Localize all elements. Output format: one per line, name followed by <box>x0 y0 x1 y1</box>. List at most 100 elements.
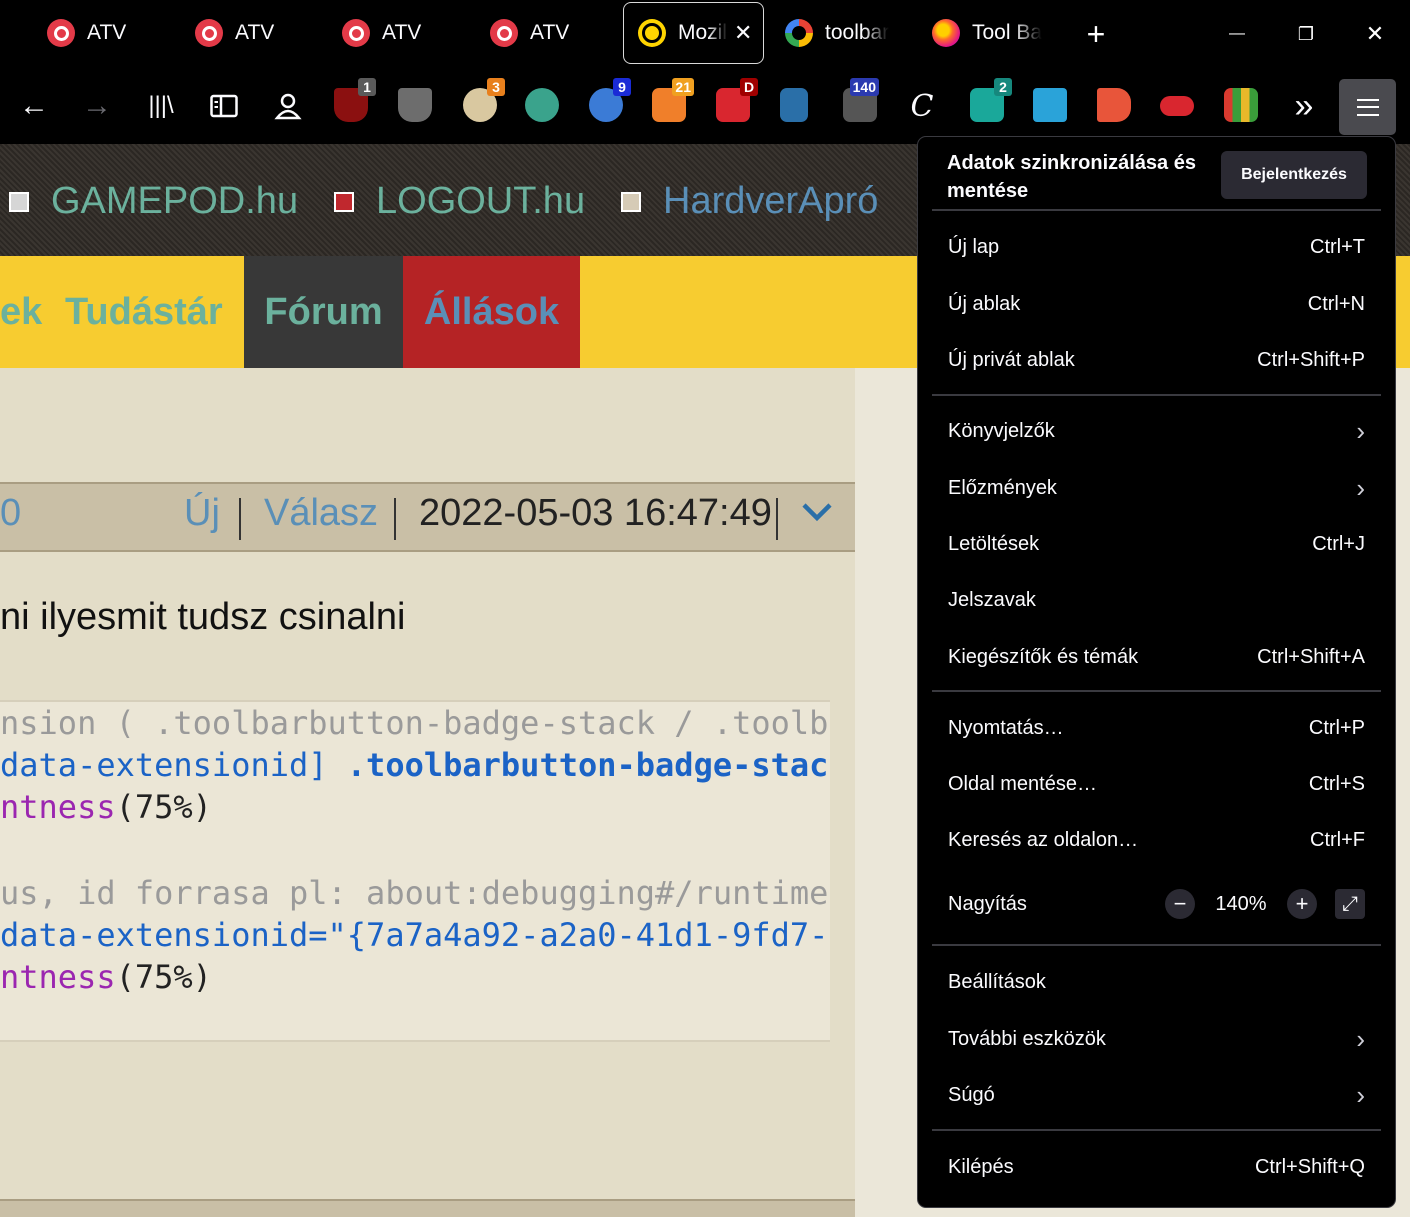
tab-toolbar[interactable]: Tool Ba <box>932 2 1047 64</box>
google-icon <box>785 19 813 47</box>
menu-item-new-window[interactable]: Új ablak Ctrl+N <box>932 282 1381 326</box>
tab-atv-1[interactable]: ATV <box>47 2 157 64</box>
menu-item-bookmarks[interactable]: Könyvjelzők › <box>932 409 1381 453</box>
tab-close-icon[interactable]: ✕ <box>734 20 752 46</box>
tab-label: ATV <box>530 21 570 44</box>
tab-strip: ATV ATV ATV ATV Mozil ✕ toolbar Tool Ba … <box>0 0 1410 68</box>
blue-extension-icon[interactable]: 9 <box>589 78 631 122</box>
stylus-extension-icon[interactable]: 2 <box>970 78 1012 122</box>
refresh-extension-icon[interactable] <box>525 88 559 122</box>
menu-item-label: Új lap <box>948 235 1000 258</box>
chevron-right-icon: › <box>1356 1079 1365 1110</box>
minimize-button[interactable]: — <box>1217 14 1257 54</box>
megaphone-extension-icon[interactable] <box>1097 88 1131 122</box>
tab-mozilla-active[interactable]: Mozil ✕ <box>623 2 764 64</box>
sync-title: Adatok szinkronizálása és mentése <box>947 152 1196 202</box>
menu-item-label: Jelszavak <box>948 588 1036 611</box>
menu-item-downloads[interactable]: Letöltések Ctrl+J <box>932 522 1381 566</box>
site-link-logout[interactable]: LOGOUT.hu <box>334 180 585 223</box>
account-button[interactable] <box>266 82 310 130</box>
menu-item-label: Nagyítás <box>948 892 1027 915</box>
chevron-down-icon[interactable] <box>800 494 834 538</box>
menu-item-history[interactable]: Előzmények › <box>932 466 1381 510</box>
orange-extension-icon[interactable]: 21 <box>652 78 694 122</box>
menu-item-more-tools[interactable]: További eszközök › <box>932 1017 1381 1061</box>
menu-item-label: Oldal mentése… <box>948 772 1097 795</box>
chevron-right-icon: › <box>1356 1023 1365 1054</box>
menu-item-label: Beállítások <box>948 970 1046 993</box>
zoom-in-button[interactable]: + <box>1287 889 1317 919</box>
menu-item-shortcut: Ctrl+Shift+P <box>1257 348 1365 371</box>
nav-item-allasok[interactable]: Állások <box>403 256 580 368</box>
tab-google[interactable]: toolbar <box>785 2 900 64</box>
fingerprint-extension-icon[interactable]: D <box>716 78 758 122</box>
overflow-menu-button[interactable]: » <box>1282 82 1326 130</box>
post-timestamp: 2022-05-03 16:47:49 <box>419 492 772 534</box>
save-extension-icon[interactable] <box>1033 88 1067 122</box>
restore-button[interactable]: ❐ <box>1286 14 1326 54</box>
nav-item-tudastar[interactable]: Tudástár <box>65 256 223 368</box>
back-button[interactable]: ← <box>12 82 56 130</box>
code-line: ntness(75%) <box>0 788 212 826</box>
code-line: us, id forrasa pl: about:debugging#/runt… <box>0 874 829 912</box>
menu-item-help[interactable]: Súgó › <box>932 1073 1381 1117</box>
post-number[interactable]: 0 <box>0 492 21 535</box>
fullscreen-icon[interactable]: ⤢ <box>1335 889 1365 919</box>
menu-item-label: Kilépés <box>948 1155 1014 1178</box>
forward-button[interactable]: → <box>75 82 119 130</box>
menu-item-print[interactable]: Nyomtatás… Ctrl+P <box>932 706 1381 750</box>
ublock-origin-icon[interactable]: 1 <box>334 78 376 122</box>
honey-extension-icon[interactable]: 3 <box>463 78 505 122</box>
equalizer-extension-icon[interactable] <box>1224 88 1258 122</box>
expressvpn-icon[interactable] <box>1160 96 1194 116</box>
divider <box>932 944 1381 946</box>
tab-atv-3[interactable]: ATV <box>342 2 452 64</box>
close-window-button[interactable]: ✕ <box>1355 14 1395 54</box>
zoom-level[interactable]: 140% <box>1195 893 1287 916</box>
library-icon[interactable]: |||\ <box>139 82 183 130</box>
menu-item-label: További eszközök <box>948 1027 1106 1050</box>
code-line: data-extensionid] .toolbarbutton-badge-s… <box>0 746 830 784</box>
square-icon <box>9 191 29 212</box>
firefox-icon <box>932 19 960 47</box>
menu-item-settings[interactable]: Beállítások <box>932 960 1381 1004</box>
tab-atv-2[interactable]: ATV <box>195 2 305 64</box>
nav-item-partial[interactable]: ek <box>0 256 60 368</box>
menu-item-quit[interactable]: Kilépés Ctrl+Shift+Q <box>932 1145 1381 1189</box>
app-menu-button[interactable] <box>1339 79 1396 135</box>
bars-extension-icon[interactable] <box>780 88 808 122</box>
reply-link[interactable]: Válasz <box>264 492 378 535</box>
ext-badge-140: 140 <box>849 78 879 96</box>
zoom-controls: − 140% + ⤢ <box>1165 889 1365 919</box>
new-tab-button[interactable]: + <box>1076 14 1116 54</box>
code-token: (75%) <box>115 788 212 826</box>
new-post-link[interactable]: Új <box>184 492 220 535</box>
account-icon <box>274 93 302 120</box>
ext-badge-d: D <box>740 78 758 96</box>
menu-item-addons-themes[interactable]: Kiegészítők és témák Ctrl+Shift+A <box>932 635 1381 679</box>
sign-in-button[interactable]: Bejelentkezés <box>1221 151 1367 199</box>
menu-item-save-page[interactable]: Oldal mentése… Ctrl+S <box>932 762 1381 806</box>
code-line: ntness(75%) <box>0 958 212 996</box>
menu-item-find-in-page[interactable]: Keresés az oldalon… Ctrl+F <box>932 818 1381 862</box>
site-link-hardverapro[interactable]: HardverApró <box>621 180 878 223</box>
tab-atv-4[interactable]: ATV <box>490 2 600 64</box>
tab-label: Mozil <box>678 21 728 44</box>
menu-item-new-private-window[interactable]: Új privát ablak Ctrl+Shift+P <box>932 338 1381 382</box>
sidebar-button[interactable] <box>202 82 246 130</box>
speed-extension-icon[interactable]: 140 <box>843 78 879 122</box>
nav-item-forum[interactable]: Fórum <box>244 256 403 368</box>
shield-extension-icon[interactable] <box>398 88 432 122</box>
ublock-badge: 1 <box>358 78 376 96</box>
zoom-out-button[interactable]: − <box>1165 889 1195 919</box>
divider <box>932 209 1381 211</box>
mozilla-icon <box>638 19 666 47</box>
chevron-right-icon: › <box>1356 415 1365 446</box>
site-link-gamepod[interactable]: GAMEPOD.hu <box>9 180 298 223</box>
atv-icon <box>195 19 223 47</box>
square-icon <box>334 191 354 212</box>
menu-item-passwords[interactable]: Jelszavak <box>932 578 1381 622</box>
menu-item-new-tab[interactable]: Új lap Ctrl+T <box>932 225 1381 269</box>
c-extension-icon[interactable]: C <box>900 82 944 130</box>
code-token: ntness <box>0 958 116 996</box>
